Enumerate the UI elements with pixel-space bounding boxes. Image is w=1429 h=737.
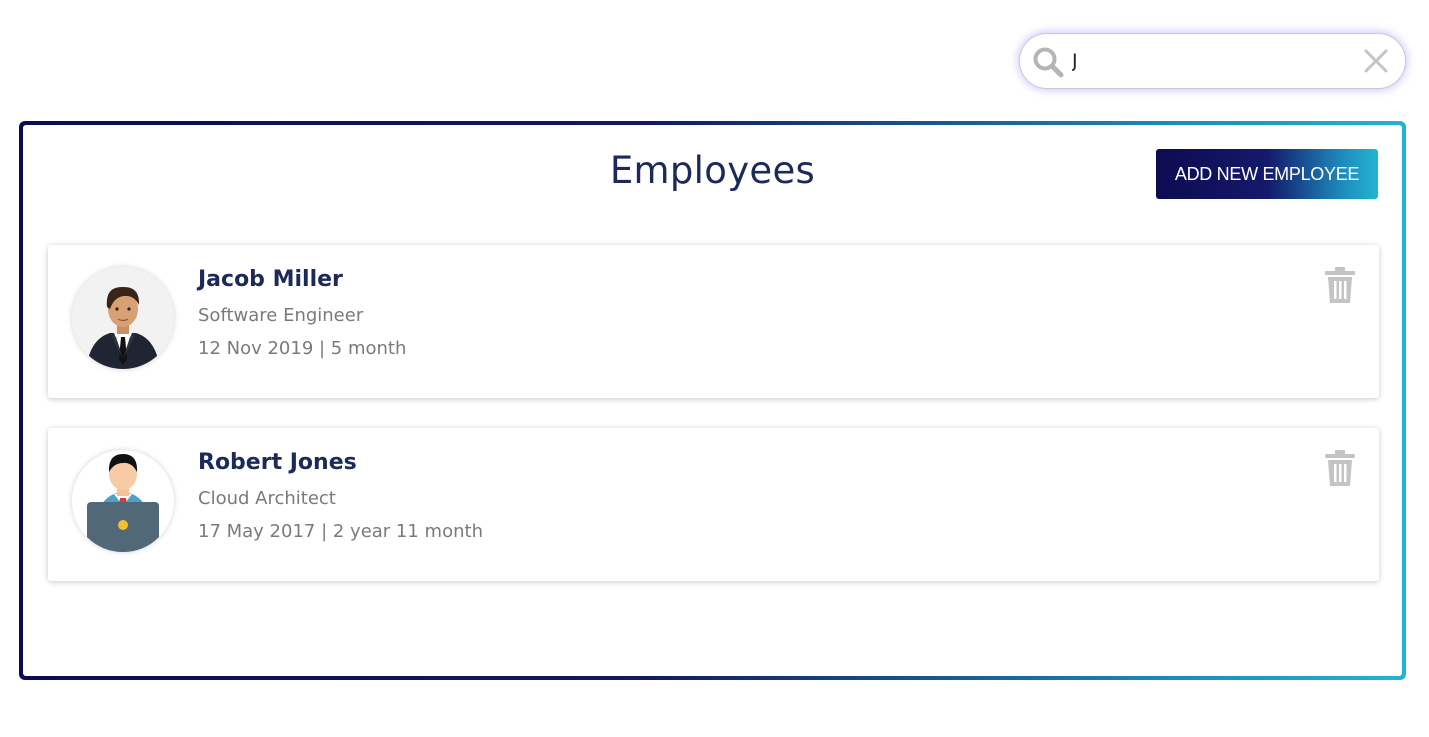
employee-name: Robert Jones <box>198 450 357 475</box>
employee-card: Jacob Miller Software Engineer 12 Nov 20… <box>48 245 1379 398</box>
search-icon <box>1032 46 1064 78</box>
employee-card: Robert Jones Cloud Architect 17 May 2017… <box>48 428 1379 581</box>
add-new-employee-button[interactable]: ADD NEW EMPLOYEE <box>1156 149 1378 199</box>
close-icon[interactable] <box>1363 48 1389 74</box>
search-input[interactable] <box>1072 44 1352 78</box>
trash-icon[interactable] <box>1325 450 1355 486</box>
search-box[interactable] <box>1019 33 1406 89</box>
laptop-user-avatar <box>72 450 174 552</box>
employee-tenure: 17 May 2017 | 2 year 11 month <box>198 521 483 542</box>
employees-panel: Employees ADD NEW EMPLOYEE Jacob Miller … <box>19 121 1406 680</box>
employee-role: Cloud Architect <box>198 488 336 509</box>
trash-icon[interactable] <box>1325 267 1355 303</box>
employee-name: Jacob Miller <box>198 267 343 292</box>
employee-role: Software Engineer <box>198 305 364 326</box>
employee-tenure: 12 Nov 2019 | 5 month <box>198 338 407 359</box>
businessman-avatar <box>72 267 174 369</box>
